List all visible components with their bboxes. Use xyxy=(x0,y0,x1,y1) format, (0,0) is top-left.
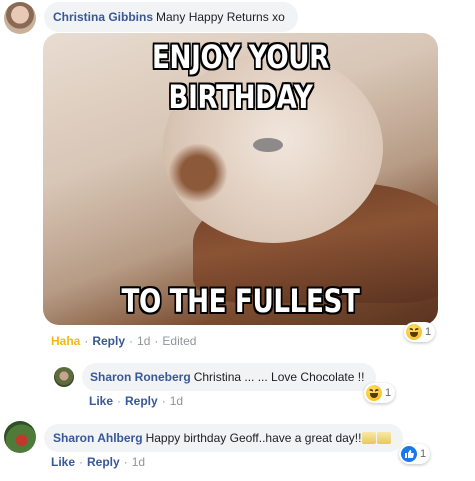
comment-text: Christina ... ... Love Chocolate !! xyxy=(193,370,365,384)
like-button[interactable]: Like xyxy=(89,394,113,408)
avatar-sharon-ahlberg[interactable] xyxy=(4,421,36,453)
meme-bottom-text: TO THE FULLEST xyxy=(121,282,360,320)
meme-chocolate-smear xyxy=(168,143,228,203)
comment-text: Many Happy Returns xo xyxy=(156,10,285,24)
avatar-christina-gibbins[interactable] xyxy=(4,2,36,34)
birthday-meme-image[interactable]: ENJOY YOUR BIRTHDAY TO THE FULLEST xyxy=(43,33,438,325)
like-button[interactable]: Like xyxy=(51,455,75,469)
reaction-count-badge[interactable]: 1 xyxy=(364,383,396,403)
comment-author[interactable]: Sharon Roneberg xyxy=(90,369,191,385)
comment-actions: Like · Reply · 1d xyxy=(51,455,146,469)
reply-button[interactable]: Reply xyxy=(92,334,125,348)
comment-actions: Haha · Reply · 1d · Edited xyxy=(51,334,197,348)
reply-button[interactable]: Reply xyxy=(125,394,158,408)
haha-icon xyxy=(406,324,422,340)
timestamp[interactable]: 1d xyxy=(170,394,183,408)
comment-actions: Like · Reply · 1d xyxy=(89,394,184,408)
comment-bubble: Christina Gibbins Many Happy Returns xo xyxy=(44,2,298,32)
haha-icon xyxy=(366,385,382,401)
like-icon xyxy=(401,446,417,462)
comment-author[interactable]: Sharon Ahlberg xyxy=(53,430,143,446)
timestamp[interactable]: 1d xyxy=(137,334,150,348)
timestamp[interactable]: 1d xyxy=(132,455,145,469)
reply-bubble: Sharon Roneberg Christina ... ... Love C… xyxy=(82,363,377,391)
haha-reaction-button[interactable]: Haha xyxy=(51,334,80,348)
emoji-icon xyxy=(377,432,392,444)
comment-author[interactable]: Christina Gibbins xyxy=(53,9,153,25)
edited-label[interactable]: Edited xyxy=(162,334,196,348)
comment-bubble: Sharon Ahlberg Happy birthday Geoff..hav… xyxy=(44,424,404,452)
reaction-count-badge[interactable]: 1 xyxy=(399,444,431,464)
avatar-sharon-roneberg[interactable] xyxy=(54,367,74,387)
emoji-icon xyxy=(362,432,377,444)
meme-top-text: ENJOY YOUR BIRTHDAY xyxy=(152,38,329,116)
reply-button[interactable]: Reply xyxy=(87,455,120,469)
comment-text: Happy birthday Geoff..have a great day!! xyxy=(145,431,362,445)
reaction-count-badge[interactable]: 1 xyxy=(404,322,436,342)
meme-eye-shape xyxy=(253,138,283,152)
